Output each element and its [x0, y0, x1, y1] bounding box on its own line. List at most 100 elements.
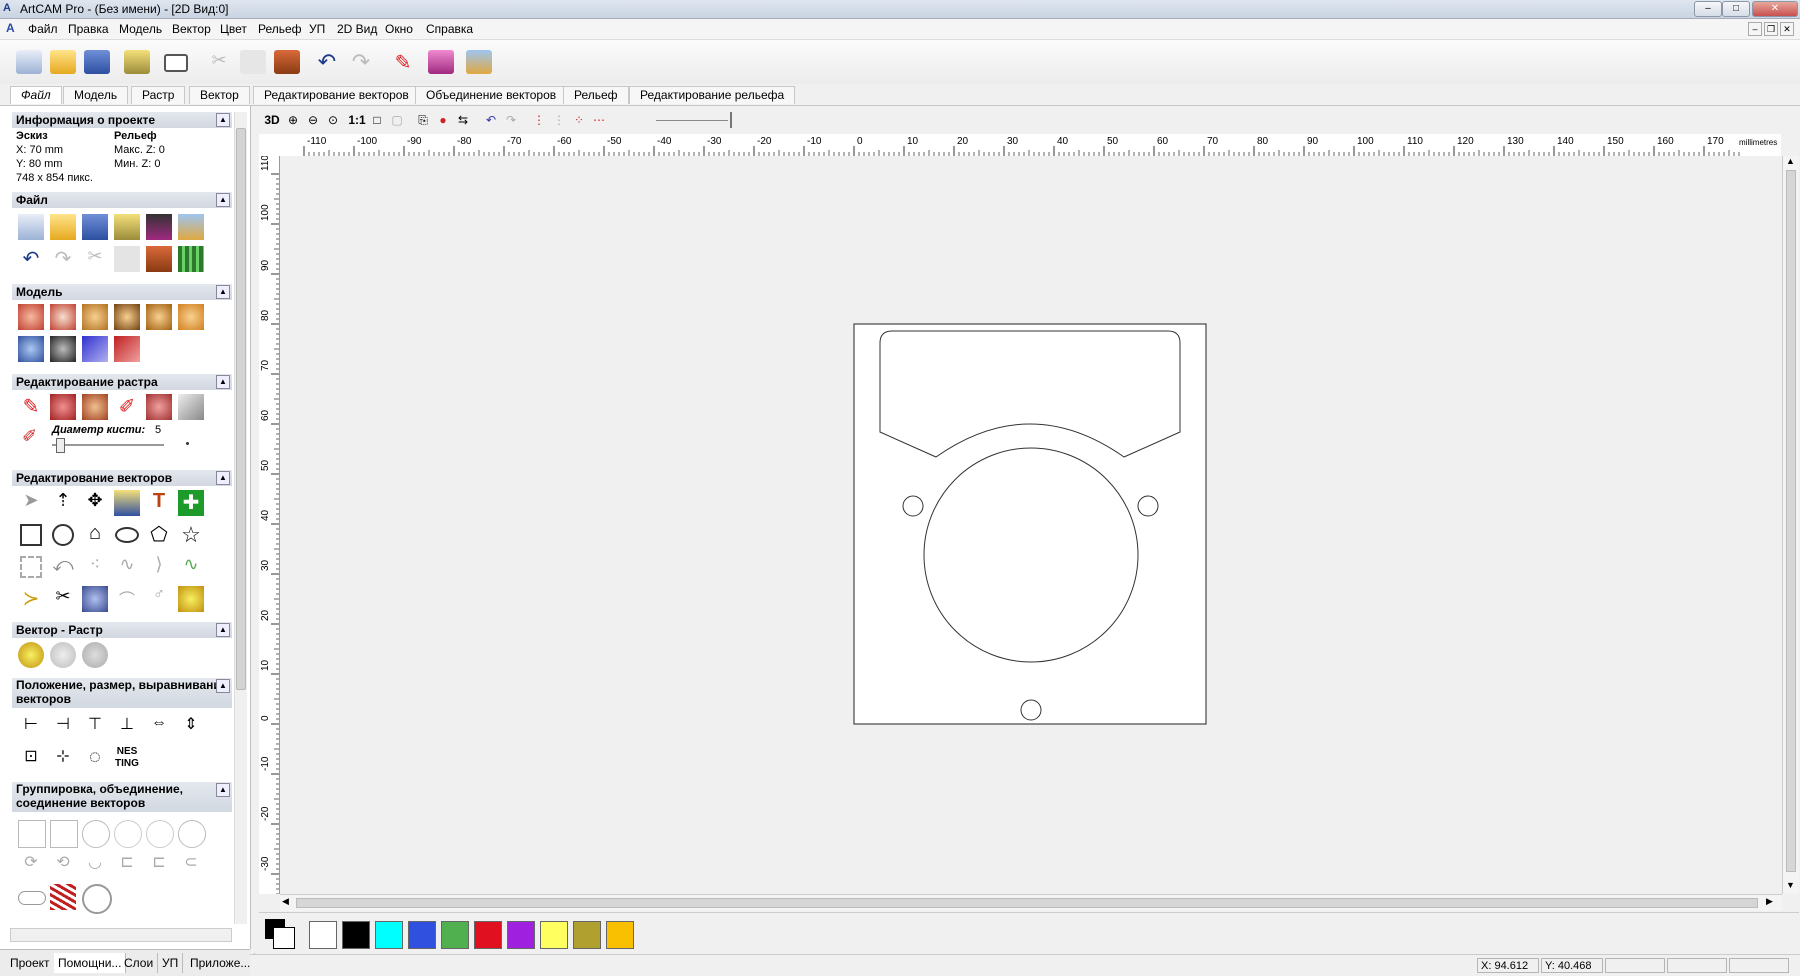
- close-button[interactable]: ✕: [1752, 1, 1798, 17]
- menu-toolpath[interactable]: УП: [309, 22, 325, 36]
- undo-icon[interactable]: ↶: [18, 246, 44, 272]
- tab-relief[interactable]: Рельеф: [563, 86, 629, 104]
- text-tool-icon[interactable]: T: [146, 490, 172, 516]
- menu-window[interactable]: Окно: [385, 22, 413, 36]
- tab-vector-edit[interactable]: Редактирование векторов: [253, 86, 420, 104]
- scroll-left-icon[interactable]: ◀: [282, 896, 289, 907]
- minimize-button[interactable]: –: [1694, 1, 1722, 17]
- vector-view-icon[interactable]: ⇆: [454, 111, 472, 129]
- center-vertical-icon[interactable]: ⇕: [178, 714, 204, 740]
- vector-doctor-icon[interactable]: [82, 586, 108, 612]
- texture-icon[interactable]: [178, 246, 204, 272]
- rectangle-tool-icon[interactable]: [20, 524, 42, 546]
- add-vector-icon[interactable]: ✚: [178, 490, 204, 516]
- menu-model[interactable]: Модель: [119, 22, 162, 36]
- capsule-icon[interactable]: [18, 891, 46, 905]
- collapse-arrow-icon[interactable]: ▲: [216, 285, 230, 299]
- paste-icon[interactable]: [146, 246, 172, 272]
- align-top-icon[interactable]: ⊤: [82, 714, 108, 740]
- view-3d-button[interactable]: 3D: [262, 111, 282, 129]
- color-swatch[interactable]: [342, 921, 370, 949]
- brush-icon[interactable]: ✐: [114, 394, 140, 420]
- model-size-icon[interactable]: [18, 304, 44, 330]
- view-undo-icon[interactable]: ↶: [482, 111, 500, 129]
- section-raster-edit[interactable]: Редактирование растра ▲: [12, 374, 232, 390]
- center-horizontal-icon[interactable]: ⇔: [146, 714, 172, 740]
- nesting-icon[interactable]: NES TING: [114, 746, 140, 772]
- collapse-arrow-icon[interactable]: ▲: [216, 679, 230, 693]
- color-swatch[interactable]: [540, 921, 568, 949]
- color-swatch[interactable]: [606, 921, 634, 949]
- eraser-icon[interactable]: [428, 50, 454, 74]
- snap-node-icon[interactable]: ⁘: [570, 111, 588, 129]
- view-slider-handle[interactable]: [730, 112, 732, 128]
- arc-tool-icon[interactable]: ⤺: [50, 554, 76, 580]
- collapse-arrow-icon[interactable]: ▲: [216, 375, 230, 389]
- new-file-icon[interactable]: [16, 50, 42, 74]
- menu-help[interactable]: Справка: [426, 22, 473, 36]
- color-swatch[interactable]: [441, 921, 469, 949]
- section-model[interactable]: Модель ▲: [12, 284, 232, 300]
- transform-icon[interactable]: ✥: [82, 490, 108, 516]
- tab-vector-merge[interactable]: Объединение векторов: [415, 86, 568, 104]
- maximize-button[interactable]: □: [1722, 1, 1750, 17]
- fit-model-icon[interactable]: ▢: [388, 111, 406, 129]
- layers-view-icon[interactable]: ⎘: [414, 111, 432, 129]
- collapse-arrow-icon[interactable]: ▲: [216, 193, 230, 207]
- mdi-minimize-button[interactable]: –: [1748, 22, 1762, 36]
- collapse-arrow-icon[interactable]: ▲: [216, 471, 230, 485]
- model-image-icon[interactable]: [114, 336, 140, 362]
- menu-vector[interactable]: Вектор: [172, 22, 211, 36]
- color-swatch[interactable]: [507, 921, 535, 949]
- drawing-canvas[interactable]: [280, 156, 1782, 894]
- canvas-vscrollbar[interactable]: ▲ ▼: [1782, 156, 1799, 894]
- open-folder-icon[interactable]: [50, 50, 76, 74]
- mdi-close-button[interactable]: ✕: [1780, 22, 1794, 36]
- tab-layers[interactable]: Слои: [120, 953, 159, 973]
- section-vector-raster[interactable]: Вектор - Растр ▲: [12, 622, 232, 638]
- hscroll-thumb[interactable]: [296, 898, 1758, 908]
- color-swatch[interactable]: [375, 921, 403, 949]
- align-bottom-icon[interactable]: ⊥: [114, 714, 140, 740]
- center-model-icon[interactable]: ⊹: [50, 746, 76, 772]
- menu-edit[interactable]: Правка: [68, 22, 109, 36]
- collapse-arrow-icon[interactable]: ▲: [216, 623, 230, 637]
- section-position[interactable]: Положение, размер, выравнивание векторов…: [12, 678, 232, 708]
- align-left-icon[interactable]: ⊢: [18, 714, 44, 740]
- display-window-icon[interactable]: [164, 54, 188, 72]
- save-icon[interactable]: [84, 50, 110, 74]
- vector-import-icon[interactable]: [114, 490, 140, 516]
- color-swatch[interactable]: [309, 921, 337, 949]
- 3d-view-icon[interactable]: [466, 50, 492, 74]
- section-vector-edit[interactable]: Редактирование векторов ▲: [12, 470, 232, 486]
- menu-file[interactable]: Файл: [28, 22, 58, 36]
- tab-assistant[interactable]: Помощни...: [54, 953, 127, 973]
- pen-icon[interactable]: ✎: [390, 50, 416, 74]
- tab-file[interactable]: Файл: [10, 86, 62, 104]
- section-file[interactable]: Файл ▲: [12, 192, 232, 208]
- wave-icon[interactable]: ∿: [178, 554, 204, 580]
- pattern-icon[interactable]: [50, 884, 76, 910]
- section-project-info[interactable]: Информация о проекте ▲: [12, 112, 232, 128]
- color-swatch[interactable]: [408, 921, 436, 949]
- palette-icon[interactable]: [82, 394, 108, 420]
- fill-icon[interactable]: [50, 394, 76, 420]
- snap-grid-icon[interactable]: ⋮: [530, 111, 548, 129]
- center-page-icon[interactable]: ⊡: [18, 746, 44, 772]
- tab-model[interactable]: Модель: [63, 86, 129, 104]
- menu-2d-view[interactable]: 2D Вид: [337, 22, 377, 36]
- bitmap-to-vector-icon[interactable]: [18, 642, 44, 668]
- tab-vector[interactable]: Вектор: [189, 86, 250, 104]
- zoom-area-icon[interactable]: ⊙: [324, 111, 342, 129]
- brush-slider-handle[interactable]: [56, 438, 65, 453]
- image-icon[interactable]: [146, 214, 172, 240]
- menu-color[interactable]: Цвет: [220, 22, 247, 36]
- collapse-arrow-icon[interactable]: ▲: [216, 783, 230, 797]
- model-grayscale-icon[interactable]: [50, 336, 76, 362]
- zoom-out-icon[interactable]: ⊖: [304, 111, 322, 129]
- model-color-icon[interactable]: [82, 336, 108, 362]
- scissors-node-icon[interactable]: ✂: [50, 586, 76, 612]
- gray-swatch-icon[interactable]: [178, 394, 204, 420]
- collapse-arrow-icon[interactable]: ▲: [216, 113, 230, 127]
- fit-page-icon[interactable]: □: [368, 111, 386, 129]
